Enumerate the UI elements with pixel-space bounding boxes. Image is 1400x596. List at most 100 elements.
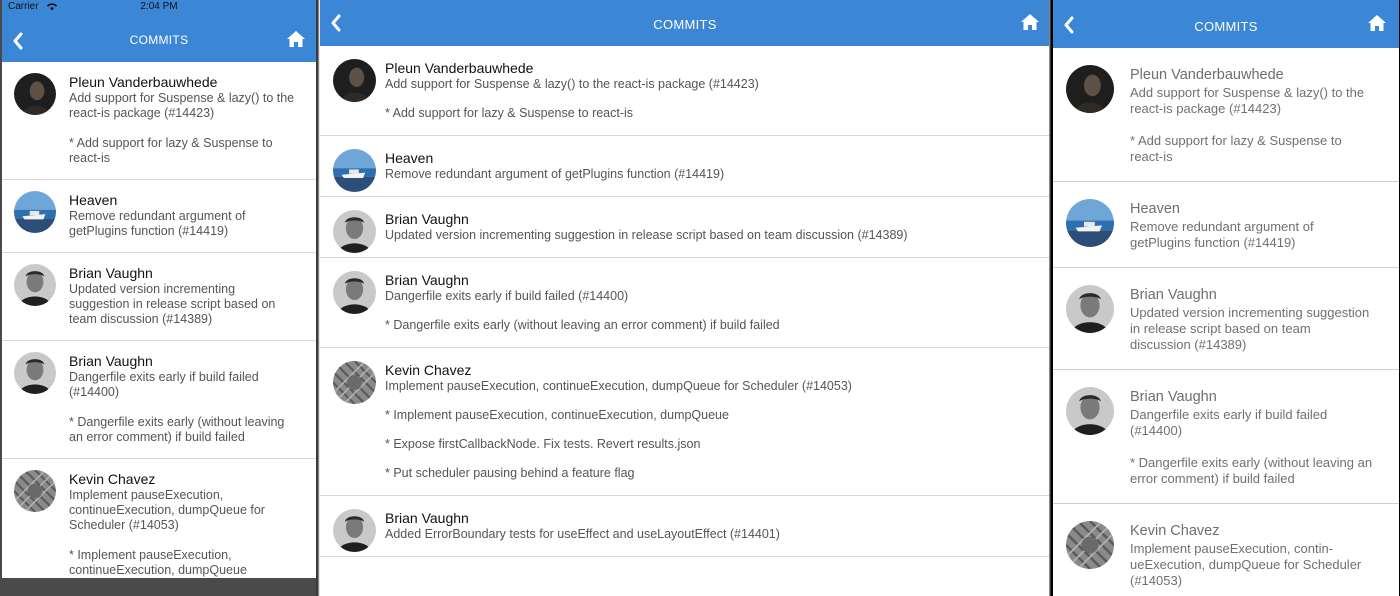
commit-message: Add support for Suspense & lazy() to the [1130, 85, 1365, 100]
commit-row[interactable]: Brian Vaughn Dangerfile exits early if bu… [2, 341, 316, 459]
avatar [333, 271, 376, 314]
commit-message: Updated version incrementing suggestion [1130, 305, 1370, 320]
commit-message: Remove redundant argument of [69, 209, 246, 223]
commit-message: ueExecution, dumpQueue for Scheduler [1130, 557, 1362, 572]
avatar [333, 361, 376, 404]
commit-row[interactable]: Kevin Chavez Implement pauseExecution, co… [1053, 504, 1399, 596]
commit-message: Updated version incrementing [69, 282, 236, 296]
tablet-panel: COMMITS Pleun Vanderbauwhede Add support … [318, 0, 1050, 596]
commit-detail-line: continueExecution, dumpQueue [69, 563, 247, 577]
ios-screen: Carrier 2:04 PM COMMITS Pleun Vanderbauw… [2, 0, 316, 578]
commit-row[interactable]: Kevin Chavez Implement pauseExecution, con… [2, 459, 316, 578]
commit-row[interactable]: Heaven Remove redundant argument of getPl… [320, 136, 1049, 197]
commit-detail: * Put scheduler pausing behind a feature… [385, 466, 1040, 481]
commit-author: Pleun Vanderbauwhede [385, 60, 534, 76]
commit-author: Pleun Vanderbauwhede [1130, 67, 1284, 83]
ios-phone-panel: Carrier 2:04 PM COMMITS Pleun Vanderbauw… [0, 0, 316, 596]
commit-row[interactable]: Brian Vaughn Updated version incrementing… [320, 197, 1049, 258]
commit-detail: * Implement pauseExecution, continueExec… [385, 408, 1040, 423]
commit-author: Kevin Chavez [385, 362, 472, 378]
commit-detail-line: * Add support for lazy & Suspense to [69, 136, 273, 150]
commit-author: Heaven [1130, 201, 1180, 217]
commit-detail: * Add support for lazy & Suspense to rea… [385, 106, 1040, 121]
commit-message: Implement pauseExecution, [69, 488, 224, 502]
commit-message: (#14400) [1130, 423, 1183, 438]
nav-bar: Carrier 2:04 PM COMMITS [2, 0, 316, 62]
commit-message: suggestion in release script based on [69, 297, 276, 311]
commit-author: Brian Vaughn [1130, 389, 1217, 405]
commit-detail-line: error comment) if build failed [1130, 471, 1295, 486]
commit-list[interactable]: Pleun Vanderbauwhede Add support for Susp… [320, 46, 1049, 557]
avatar [14, 73, 56, 115]
android-screen: COMMITS Pleun Vanderbauwhede Add support … [1053, 0, 1399, 596]
commit-author: Brian Vaughn [69, 265, 153, 281]
commit-author: Pleun Vanderbauwhede [69, 74, 218, 90]
commit-message: team discussion (#14389) [69, 312, 213, 326]
commit-detail-line: * Put scheduler pausing behind a feature… [385, 466, 635, 480]
commit-message: Added ErrorBoundary tests for useEffect … [385, 527, 780, 541]
commit-message: react-is package (#14423) [69, 106, 215, 120]
page-title: COMMITS [1194, 19, 1258, 34]
commit-author: Heaven [69, 192, 118, 208]
commit-author: Brian Vaughn [385, 510, 469, 526]
commit-detail-line: * Add support for lazy & Suspense to rea… [385, 106, 634, 120]
commit-message: (#14400) [69, 385, 120, 399]
commit-row[interactable]: Brian Vaughn Dangerfile exits early if bu… [1053, 370, 1399, 504]
commit-row[interactable]: Pleun Vanderbauwhede Add support for Susp… [320, 46, 1049, 136]
commit-row[interactable]: Pleun Vanderbauwhede Add support for Susp… [1053, 48, 1399, 182]
commit-author: Kevin Chavez [69, 471, 156, 487]
avatar [1066, 65, 1114, 113]
commit-list[interactable]: Pleun Vanderbauwhede Add support for Susp… [1053, 48, 1399, 596]
commit-message: Implement pauseExecution, continueExecut… [385, 379, 852, 393]
commit-row[interactable]: Heaven Remove redundant argument of getPlu… [2, 180, 316, 253]
commit-author: Brian Vaughn [69, 353, 153, 369]
commit-message: Dangerfile exits early if build failed (… [385, 289, 629, 303]
commit-row[interactable]: Brian Vaughn Added ErrorBoundary tests fo… [320, 496, 1049, 557]
commit-detail-line: * Dangerfile exits early (without leavin… [69, 415, 285, 429]
commit-message: (#14053) [1130, 573, 1183, 588]
commit-message: Add support for Suspense & lazy() to the… [385, 77, 759, 91]
home-button[interactable] [1367, 14, 1387, 37]
avatar [14, 264, 56, 306]
avatar [1066, 387, 1114, 435]
status-time: 2:04 PM [140, 1, 178, 12]
commit-message: Updated version incrementing suggestion … [385, 228, 908, 242]
android-panel: COMMITS Pleun Vanderbauwhede Add support … [1051, 0, 1400, 596]
home-button[interactable] [1020, 13, 1040, 36]
commit-detail-line: * Add support for lazy & Suspense to [1130, 133, 1342, 148]
page-title: COMMITS [129, 33, 189, 47]
avatar [1066, 199, 1114, 247]
commit-message: react-is package (#14423) [1130, 101, 1282, 116]
commit-message: Add support for Suspense & lazy() to the [69, 91, 295, 105]
commit-row[interactable]: Kevin Chavez Implement pauseExecution, co… [320, 348, 1049, 496]
avatar [333, 210, 376, 253]
nav-bar: COMMITS [320, 0, 1049, 46]
avatar [14, 352, 56, 394]
commit-row[interactable]: Pleun Vanderbauwhede Add support for Susp… [2, 62, 316, 180]
commit-message: in release script based on team [1130, 321, 1311, 336]
commit-message: getPlugins function (#14419) [1130, 235, 1296, 250]
commit-author: Kevin Chavez [1130, 523, 1220, 539]
commit-detail-line: * Implement pauseExecution, [69, 548, 232, 562]
home-icon [287, 31, 305, 47]
home-icon [1021, 14, 1039, 30]
commit-detail: * Expose firstCallbackNode. Fix tests. R… [385, 437, 1040, 452]
commit-detail-line: * Dangerfile exits early (without leavin… [1130, 455, 1373, 470]
avatar [1066, 521, 1114, 569]
page-title: COMMITS [653, 17, 717, 32]
commit-row[interactable]: Brian Vaughn Updated version incrementing… [2, 253, 316, 341]
commit-message: Implement pauseExecution, contin- [1130, 541, 1334, 556]
avatar [1066, 285, 1114, 333]
commit-detail: * Add support for lazy & Suspense to reac… [69, 136, 306, 166]
home-button[interactable] [286, 30, 306, 53]
commit-author: Brian Vaughn [385, 272, 469, 288]
commit-author: Brian Vaughn [385, 211, 469, 227]
commit-detail: * Dangerfile exits early (without leavin… [385, 318, 1040, 333]
commit-row[interactable]: Brian Vaughn Updated version incrementing… [1053, 268, 1399, 370]
commit-row[interactable]: Heaven Remove redundant argument of getPlu… [1053, 182, 1399, 268]
commit-row[interactable]: Brian Vaughn Dangerfile exits early if bu… [320, 258, 1049, 348]
commit-detail-line: an error comment) if build failed [69, 430, 245, 444]
commit-message: Dangerfile exits early if build failed [69, 370, 259, 384]
commit-list[interactable]: Pleun Vanderbauwhede Add support for Susp… [2, 62, 316, 578]
commit-author: Heaven [385, 150, 434, 166]
